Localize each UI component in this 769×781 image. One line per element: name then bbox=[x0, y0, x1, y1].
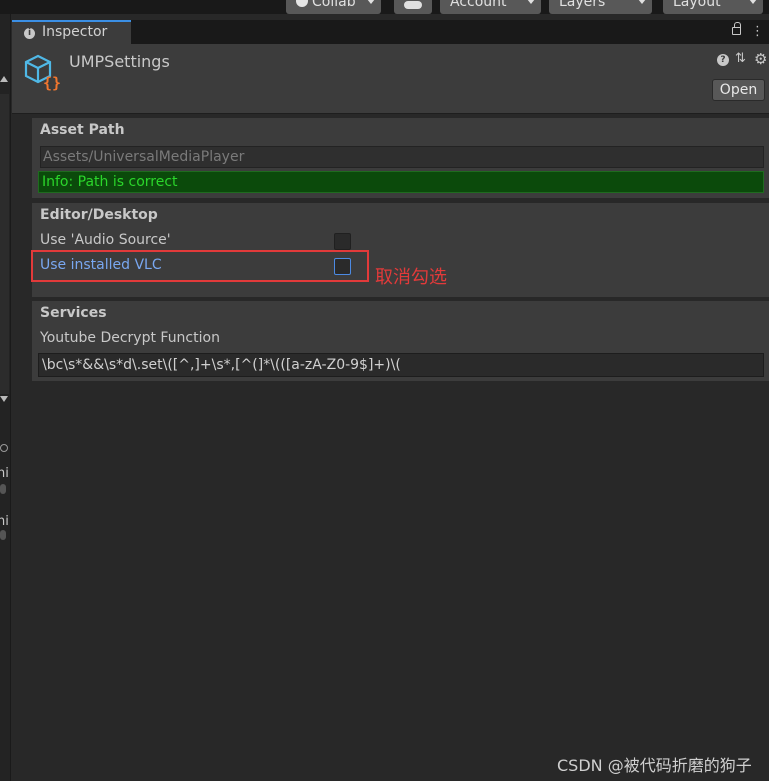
layout-label: Layout bbox=[673, 0, 721, 10]
preset-icon[interactable]: ⇅ bbox=[735, 52, 746, 66]
section-title: Services bbox=[40, 305, 107, 321]
audio-source-checkbox[interactable] bbox=[334, 233, 351, 250]
toggle-icon[interactable] bbox=[0, 484, 6, 494]
info-message: Info: Path is correct bbox=[38, 171, 764, 193]
watermark: CSDN @被代码折磨的狗子 bbox=[557, 756, 752, 775]
collab-label: Collab bbox=[312, 0, 356, 10]
search-icon[interactable] bbox=[0, 444, 8, 452]
left-panel-text: ni bbox=[0, 514, 9, 529]
account-dropdown[interactable]: Account bbox=[440, 0, 541, 14]
left-panel-scrollbar[interactable] bbox=[0, 94, 9, 394]
layers-label: Layers bbox=[559, 0, 606, 10]
section-title: Asset Path bbox=[40, 122, 125, 138]
scroll-down-icon[interactable] bbox=[0, 396, 8, 402]
layers-dropdown[interactable]: Layers bbox=[549, 0, 652, 14]
help-icon[interactable]: ? bbox=[717, 54, 729, 66]
cloud-button[interactable] bbox=[394, 0, 432, 14]
toggle-icon[interactable] bbox=[0, 530, 6, 540]
chevron-down-icon bbox=[367, 0, 375, 4]
chevron-down-icon bbox=[749, 0, 757, 4]
open-button[interactable]: Open bbox=[712, 79, 765, 101]
info-icon: i bbox=[24, 28, 35, 39]
asset-title: UMPSettings bbox=[69, 52, 170, 71]
asset-path-field: Assets/UniversalMediaPlayer bbox=[40, 146, 764, 168]
svg-text:{}: {} bbox=[43, 74, 61, 92]
chevron-down-icon bbox=[638, 0, 646, 4]
layout-dropdown[interactable]: Layout bbox=[663, 0, 763, 14]
decrypt-function-label: Youtube Decrypt Function bbox=[40, 330, 220, 346]
collab-dropdown[interactable]: Collab bbox=[286, 0, 381, 14]
lock-icon[interactable] bbox=[732, 22, 741, 35]
gear-icon[interactable]: ⚙ bbox=[754, 51, 767, 67]
collab-icon bbox=[296, 0, 308, 7]
audio-source-label: Use 'Audio Source' bbox=[40, 232, 171, 248]
top-toolbar: Collab Account Layers Layout bbox=[0, 0, 769, 14]
section-title: Editor/Desktop bbox=[40, 207, 158, 223]
account-label: Account bbox=[450, 0, 507, 10]
chevron-down-icon bbox=[527, 0, 535, 4]
scroll-up-icon[interactable] bbox=[0, 76, 8, 82]
left-panel-text: ni bbox=[0, 466, 9, 481]
annotation-text: 取消勾选 bbox=[375, 267, 447, 288]
left-panel-strip: ni ni bbox=[0, 14, 11, 781]
annotation-highlight bbox=[31, 250, 369, 282]
decrypt-function-input[interactable]: \bc\s*&&\s*d\.set\([^,]+\s*,[^(]*\(([a-z… bbox=[38, 353, 764, 377]
cloud-icon bbox=[404, 1, 422, 9]
tab-inspector[interactable]: i Inspector bbox=[12, 20, 131, 44]
tab-label: Inspector bbox=[42, 24, 108, 40]
more-options-icon[interactable]: ⋮ bbox=[751, 25, 764, 39]
scriptable-object-icon: {} bbox=[24, 54, 61, 92]
